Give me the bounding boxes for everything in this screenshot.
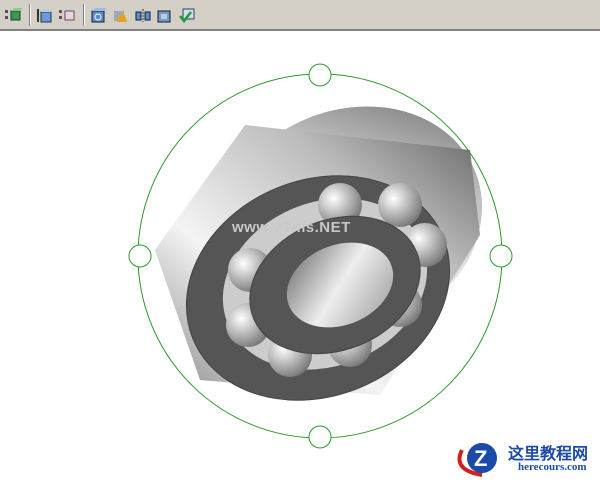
- model-viewport[interactable]: [0, 31, 600, 480]
- rotate-handle-top[interactable]: [308, 63, 332, 87]
- toolbar-separator: [83, 3, 85, 26]
- check-cube-icon: [179, 8, 195, 23]
- shaded-view-button[interactable]: [155, 4, 175, 26]
- toolbar-separator: [29, 3, 31, 26]
- rotate-handle-left[interactable]: [128, 244, 152, 268]
- rotate-cube-icon: [91, 7, 106, 22]
- bearing-model[interactable]: [152, 68, 517, 439]
- logo-letter: Z: [474, 446, 487, 471]
- rotate-view-button[interactable]: [89, 4, 109, 26]
- section-view-button[interactable]: [133, 4, 153, 26]
- broom-icon: [114, 7, 127, 22]
- accept-view-button[interactable]: [177, 4, 197, 26]
- view-select-button[interactable]: [3, 4, 23, 26]
- front-view-button[interactable]: [35, 4, 55, 26]
- cube-green-icon: [5, 7, 22, 20]
- watermark-text: www.??ms.NET: [232, 219, 351, 236]
- hidden-lines-button[interactable]: [57, 4, 77, 26]
- logo-url-text: herecours.com: [518, 461, 587, 473]
- rotate-handle-right[interactable]: [489, 244, 513, 268]
- shaded-cube-icon: [157, 10, 171, 22]
- clean-button[interactable]: [111, 4, 131, 26]
- cube-blue-icon: [37, 8, 53, 22]
- cube-pink-icon: [59, 9, 75, 20]
- view-toolbar: [0, 0, 600, 31]
- rotate-handle-bottom[interactable]: [308, 425, 332, 449]
- section-icon: [135, 8, 151, 22]
